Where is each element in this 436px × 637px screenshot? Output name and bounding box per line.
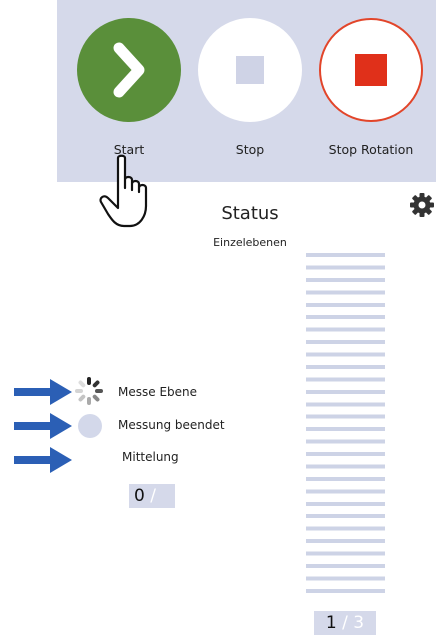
stop-square-icon (236, 56, 264, 84)
status-title: Status (221, 203, 279, 224)
counter-total: 3 (353, 613, 365, 633)
stop-button-circle[interactable] (198, 18, 302, 122)
status-subtitle: Einzelebenen (213, 236, 287, 249)
legend-done-label: Messung beendet (118, 418, 225, 432)
legend-measuring-label: Messe Ebene (118, 385, 198, 399)
loading-spinner-icon (75, 377, 103, 405)
stop-rotation-button[interactable]: Stop Rotation (311, 11, 423, 166)
stop-rotation-button-circle[interactable] (319, 18, 423, 122)
counter-total: 3 (134, 510, 145, 530)
arrow-right-icon (14, 379, 72, 405)
chevron-right-icon (113, 42, 145, 98)
layer-counter: 1 / 3 (314, 611, 376, 635)
arrow-right-icon (14, 447, 72, 473)
stop-rotation-label: Stop Rotation (328, 142, 414, 157)
counter-current: 1 (325, 613, 337, 633)
counter-separator: / (342, 613, 348, 633)
stop-label: Stop (235, 142, 265, 157)
gear-icon[interactable] (409, 192, 435, 218)
start-button-circle[interactable] (77, 18, 181, 122)
averaging-counter: 0 / 3 (129, 484, 175, 530)
hand-pointer-icon (99, 154, 148, 228)
start-button[interactable]: Start (69, 11, 181, 166)
stop-button[interactable]: Stop (190, 11, 302, 166)
status-circle-icon (78, 414, 102, 438)
counter-separator: / (150, 486, 156, 506)
layer-stack (306, 253, 385, 596)
arrow-right-icon (14, 413, 72, 439)
legend-averaging-label: Mittelung (122, 450, 179, 464)
counter-current: 0 (134, 486, 145, 506)
red-stop-square-icon (355, 54, 387, 86)
